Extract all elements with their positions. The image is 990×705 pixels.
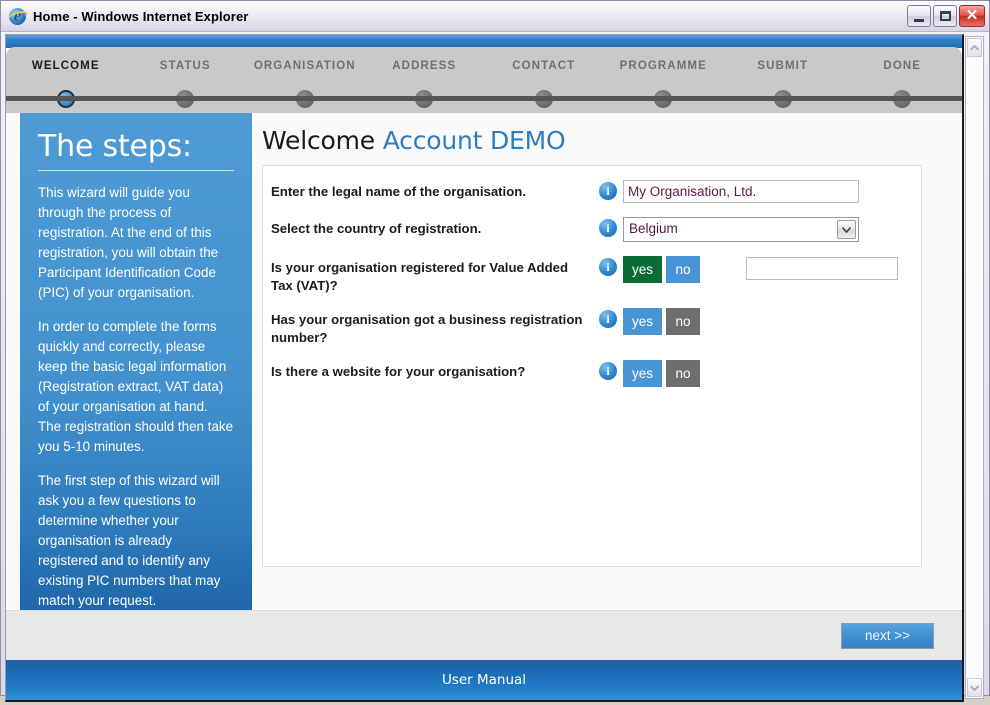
- step-address[interactable]: ADDRESS: [365, 47, 485, 108]
- chevron-down-icon[interactable]: [837, 220, 856, 239]
- internet-explorer-icon: e: [6, 6, 29, 26]
- vat-number-input[interactable]: [746, 257, 899, 280]
- sidebar-paragraph-3: The first step of this wizard will ask y…: [38, 473, 221, 608]
- close-button[interactable]: ✕: [959, 5, 985, 27]
- step-welcome[interactable]: WELCOME: [6, 47, 126, 108]
- website-no-button[interactable]: no: [666, 360, 701, 387]
- business-registration-no-button[interactable]: no: [666, 308, 701, 335]
- step-status[interactable]: STATUS: [126, 47, 246, 108]
- control-wrap: yes no: [623, 308, 909, 335]
- country-select[interactable]: Belgium: [623, 217, 859, 242]
- chevron-down-icon: [970, 684, 979, 691]
- page-document: WELCOME STATUS ORGANISATION ADDRESS CONT…: [5, 34, 964, 702]
- form-row-country: Select the country of registration. i Be…: [263, 217, 921, 242]
- sidebar-paragraph-2: In order to complete the forms quickly a…: [38, 319, 234, 454]
- scroll-down-button[interactable]: [967, 678, 982, 697]
- step-label: STATUS: [159, 60, 211, 72]
- step-label: ORGANISATION: [253, 60, 356, 72]
- control-wrap: yes no: [623, 360, 909, 387]
- close-icon: ✕: [965, 7, 979, 24]
- question-label: Is your organisation registered for Valu…: [271, 260, 569, 293]
- step-organisation[interactable]: ORGANISATION: [245, 47, 365, 108]
- business-registration-yesno-group: yes no: [623, 308, 701, 335]
- step-progress-rail: [6, 96, 962, 101]
- form-footer: next >>: [6, 610, 962, 660]
- website-yesno-group: yes no: [623, 360, 701, 387]
- page-title-main: Welcome: [262, 126, 375, 155]
- minimize-button[interactable]: [907, 5, 931, 27]
- info-icon[interactable]: i: [593, 180, 623, 200]
- browser-viewport: WELCOME STATUS ORGANISATION ADDRESS CONT…: [1, 32, 989, 705]
- vat-yesno-group: yes no: [623, 256, 701, 283]
- business-registration-yes-button[interactable]: yes: [623, 308, 663, 335]
- website-yes-button[interactable]: yes: [623, 360, 663, 387]
- vat-no-button[interactable]: no: [666, 256, 701, 283]
- info-icon[interactable]: i: [593, 360, 623, 380]
- step-done[interactable]: DONE: [843, 47, 963, 108]
- steps-sidebar: The steps: This wizard will guide you th…: [20, 113, 252, 610]
- main-panel: Welcome Account DEMO Enter the legal nam…: [252, 113, 962, 610]
- vat-yes-button[interactable]: yes: [623, 256, 663, 283]
- page-title: Welcome Account DEMO: [262, 126, 922, 155]
- chevron-up-icon: [970, 44, 979, 51]
- info-icon[interactable]: i: [593, 308, 623, 328]
- page-title-account: Account DEMO: [382, 126, 566, 155]
- control-wrap: Belgium: [623, 217, 909, 242]
- window-controls: ✕: [907, 5, 985, 27]
- question-label: Has your organisation got a business reg…: [271, 312, 583, 345]
- wizard-step-bar: WELCOME STATUS ORGANISATION ADDRESS CONT…: [6, 47, 962, 113]
- user-manual-bar[interactable]: User Manual: [6, 660, 962, 700]
- control-wrap: yes no: [623, 256, 909, 283]
- step-label: WELCOME: [31, 60, 100, 72]
- minimize-icon: [914, 18, 924, 22]
- step-programme[interactable]: PROGRAMME: [604, 47, 724, 108]
- question-label: Select the country of registration.: [271, 221, 482, 236]
- step-label: PROGRAMME: [619, 60, 707, 72]
- form-panel: Enter the legal name of the organisation…: [262, 165, 922, 567]
- question-label: Enter the legal name of the organisation…: [271, 184, 526, 199]
- title-bar: e Home - Windows Internet Explorer ✕: [1, 1, 989, 32]
- maximize-button[interactable]: [933, 5, 957, 27]
- step-contact[interactable]: CONTACT: [484, 47, 604, 108]
- sidebar-paragraph-1: This wizard will guide you through the p…: [38, 185, 219, 300]
- control-wrap: [623, 180, 909, 203]
- step-label-row: WELCOME STATUS ORGANISATION ADDRESS CONT…: [6, 47, 963, 108]
- browser-window: e Home - Windows Internet Explorer ✕ WEL…: [0, 0, 990, 702]
- maximize-icon: [939, 11, 951, 21]
- sidebar-divider: [38, 170, 234, 171]
- legal-name-input[interactable]: [623, 180, 859, 203]
- vat-number-wrap: [746, 256, 899, 280]
- step-label: SUBMIT: [757, 60, 809, 72]
- form-row-legal-name: Enter the legal name of the organisation…: [263, 180, 921, 203]
- user-manual-label: User Manual: [441, 672, 527, 688]
- window-title: Home - Windows Internet Explorer: [33, 8, 249, 24]
- step-label: ADDRESS: [392, 60, 457, 72]
- vertical-scrollbar[interactable]: [965, 36, 984, 699]
- country-select-value: Belgium: [629, 221, 678, 236]
- step-submit[interactable]: SUBMIT: [723, 47, 843, 108]
- step-label: CONTACT: [512, 60, 576, 72]
- sidebar-heading: The steps:: [38, 129, 192, 164]
- info-icon[interactable]: i: [593, 256, 623, 276]
- next-button[interactable]: next >>: [841, 622, 934, 649]
- info-icon[interactable]: i: [593, 217, 623, 237]
- form-row-business-registration: Has your organisation got a business reg…: [263, 308, 921, 346]
- form-row-website: Is there a website for your organisation…: [263, 360, 921, 387]
- content-area: The steps: This wizard will guide you th…: [6, 113, 962, 610]
- scroll-up-button[interactable]: [967, 38, 982, 57]
- question-label: Is there a website for your organisation…: [271, 364, 526, 379]
- step-label: DONE: [883, 60, 922, 72]
- form-row-vat: Is your organisation registered for Valu…: [263, 256, 921, 294]
